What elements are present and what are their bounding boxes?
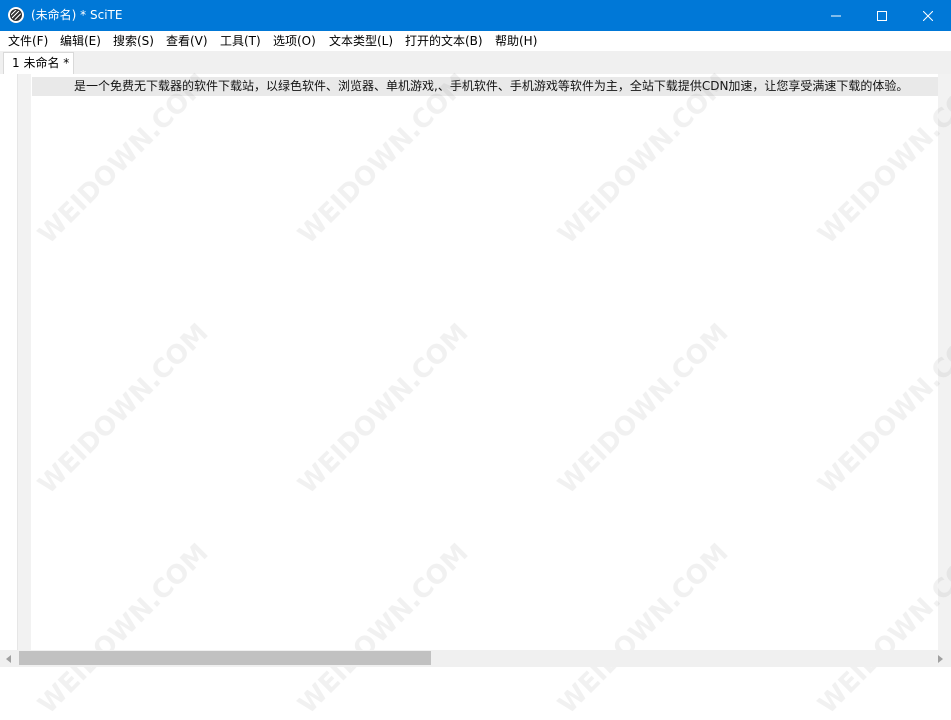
watermark-text: WEIDOWN.COM <box>812 538 951 720</box>
watermark-text: WEIDOWN.COM <box>292 538 475 720</box>
horizontal-scroll-thumb[interactable] <box>19 651 431 665</box>
menu-search[interactable]: 搜索(S) <box>113 31 154 51</box>
tab-untitled[interactable]: 1 未命名 * <box>3 52 74 74</box>
watermark-text: WEIDOWN.COM <box>32 538 215 720</box>
maximize-button[interactable] <box>859 0 905 31</box>
window-title: (未命名) * SciTE <box>31 8 123 22</box>
minimize-button[interactable] <box>813 0 859 31</box>
watermark-text: WEIDOWN.COM <box>32 318 215 500</box>
vertical-scroll-track[interactable] <box>938 74 951 650</box>
menu-help[interactable]: 帮助(H) <box>495 31 537 51</box>
menu-options[interactable]: 选项(O) <box>273 31 316 51</box>
close-icon <box>923 10 933 21</box>
scroll-left-button[interactable] <box>2 652 15 665</box>
chevron-right-icon <box>937 654 943 663</box>
menu-edit[interactable]: 编辑(E) <box>60 31 101 51</box>
maximize-icon <box>877 10 887 21</box>
fold-margin[interactable] <box>18 74 31 650</box>
editor-line-1[interactable]: 是一个免费无下载器的软件下载站，以绿色软件、浏览器、单机游戏,、手机软件、手机游… <box>74 77 908 96</box>
close-button[interactable] <box>905 0 951 31</box>
tab-bar: 1 未命名 * <box>0 51 951 75</box>
scite-icon[interactable] <box>8 7 24 23</box>
menu-file[interactable]: 文件(F) <box>8 31 48 51</box>
scroll-right-button[interactable] <box>934 652 947 665</box>
menu-buffers[interactable]: 打开的文本(B) <box>405 31 483 51</box>
watermark-text: WEIDOWN.COM <box>552 538 735 720</box>
menu-language[interactable]: 文本类型(L) <box>329 31 393 51</box>
menu-view[interactable]: 查看(V) <box>166 31 208 51</box>
menu-tools[interactable]: 工具(T) <box>220 31 261 51</box>
menu-bar: 文件(F) 编辑(E) 搜索(S) 查看(V) 工具(T) 选项(O) 文本类型… <box>0 31 951 51</box>
title-bar: (未命名) * SciTE <box>0 0 951 31</box>
minimize-icon <box>831 15 841 16</box>
watermark-text: WEIDOWN.COM <box>812 318 951 500</box>
editor-area[interactable]: 是一个免费无下载器的软件下载站，以绿色软件、浏览器、单机游戏,、手机软件、手机游… <box>0 68 951 720</box>
watermark-text: WEIDOWN.COM <box>552 318 735 500</box>
watermark-text: WEIDOWN.COM <box>292 318 475 500</box>
chevron-left-icon <box>5 654 11 663</box>
